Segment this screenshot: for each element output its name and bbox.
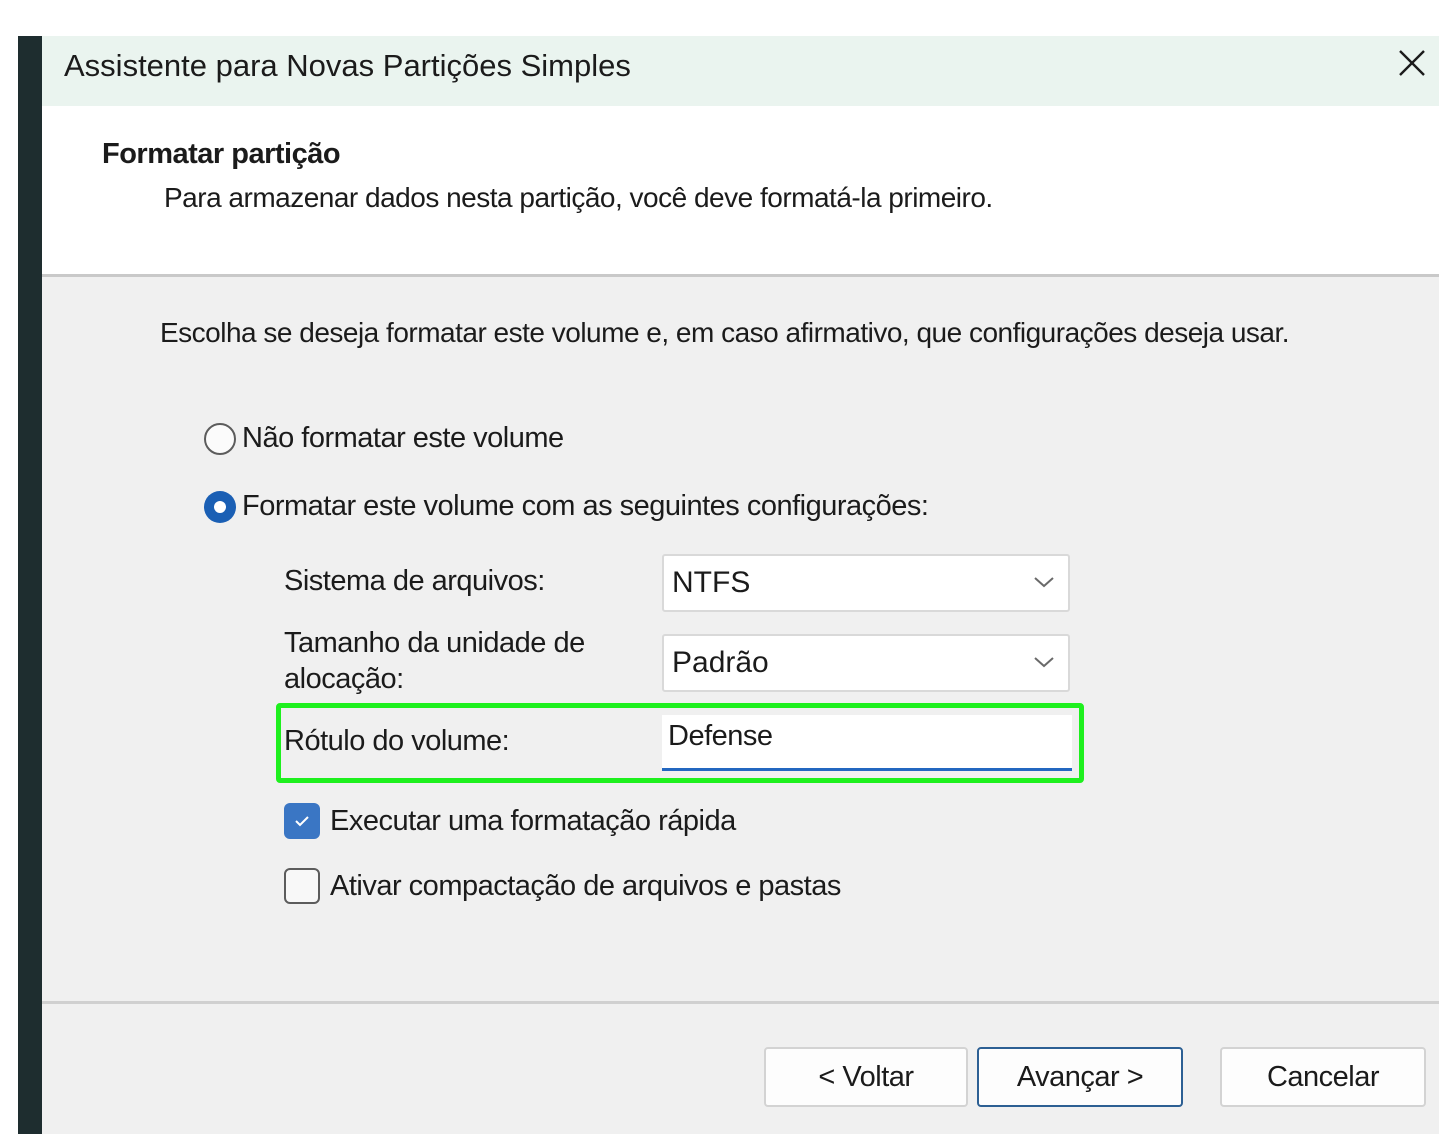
allocation-select[interactable]: Padrão xyxy=(662,634,1070,692)
checkmark-icon xyxy=(295,816,309,827)
wizard-body: Escolha se deseja formatar este volume e… xyxy=(42,277,1439,1134)
allocation-value: Padrão xyxy=(672,646,769,679)
quick-format-label: Executar uma formatação rápida xyxy=(330,804,736,837)
close-button[interactable] xyxy=(1385,36,1439,90)
radio-no-format[interactable]: Não formatar este volume xyxy=(204,422,564,455)
compression-label: Ativar compactação de arquivos e pastas xyxy=(330,869,841,902)
next-button[interactable]: Avançar > xyxy=(977,1047,1183,1107)
volume-label-input[interactable] xyxy=(662,715,1072,771)
footer-divider xyxy=(42,1001,1439,1004)
intro-text: Escolha se deseja formatar este volume e… xyxy=(160,317,1290,348)
allocation-label: Tamanho da unidade de alocação: xyxy=(284,627,585,695)
radio-format-label: Formatar este volume com as seguintes co… xyxy=(242,490,929,522)
page-subtitle: Para armazenar dados nesta partição, voc… xyxy=(164,182,993,213)
wizard-header: Formatar partição Para armazenar dados n… xyxy=(42,106,1439,274)
radio-format[interactable]: Formatar este volume com as seguintes co… xyxy=(204,490,929,523)
checkbox-quick-format[interactable]: Executar uma formatação rápida xyxy=(284,803,736,839)
checkbox-compression[interactable]: Ativar compactação de arquivos e pastas xyxy=(284,868,841,904)
radio-button-selected[interactable] xyxy=(204,490,236,523)
page-title: Formatar partição xyxy=(102,138,341,170)
back-button[interactable]: < Voltar xyxy=(764,1047,968,1107)
cancel-button[interactable]: Cancelar xyxy=(1220,1047,1426,1107)
radio-button-unselected[interactable] xyxy=(204,422,236,455)
radio-no-format-label: Não formatar este volume xyxy=(242,422,564,454)
chevron-down-icon xyxy=(1034,577,1054,588)
file-system-select[interactable]: NTFS xyxy=(662,554,1070,612)
file-system-label: Sistema de arquivos: xyxy=(284,565,545,597)
window-title: Assistente para Novas Partições Simples xyxy=(64,48,631,83)
radio-dot xyxy=(214,500,226,513)
title-bar: Assistente para Novas Partições Simples xyxy=(42,36,1439,106)
checkbox-unchecked[interactable] xyxy=(284,868,320,904)
window-edge xyxy=(18,36,42,1134)
close-icon xyxy=(1399,50,1425,76)
volume-label-label: Rótulo do volume: xyxy=(284,725,510,757)
checkbox-checked[interactable] xyxy=(284,803,320,839)
file-system-value: NTFS xyxy=(672,566,751,599)
chevron-down-icon xyxy=(1034,657,1054,668)
